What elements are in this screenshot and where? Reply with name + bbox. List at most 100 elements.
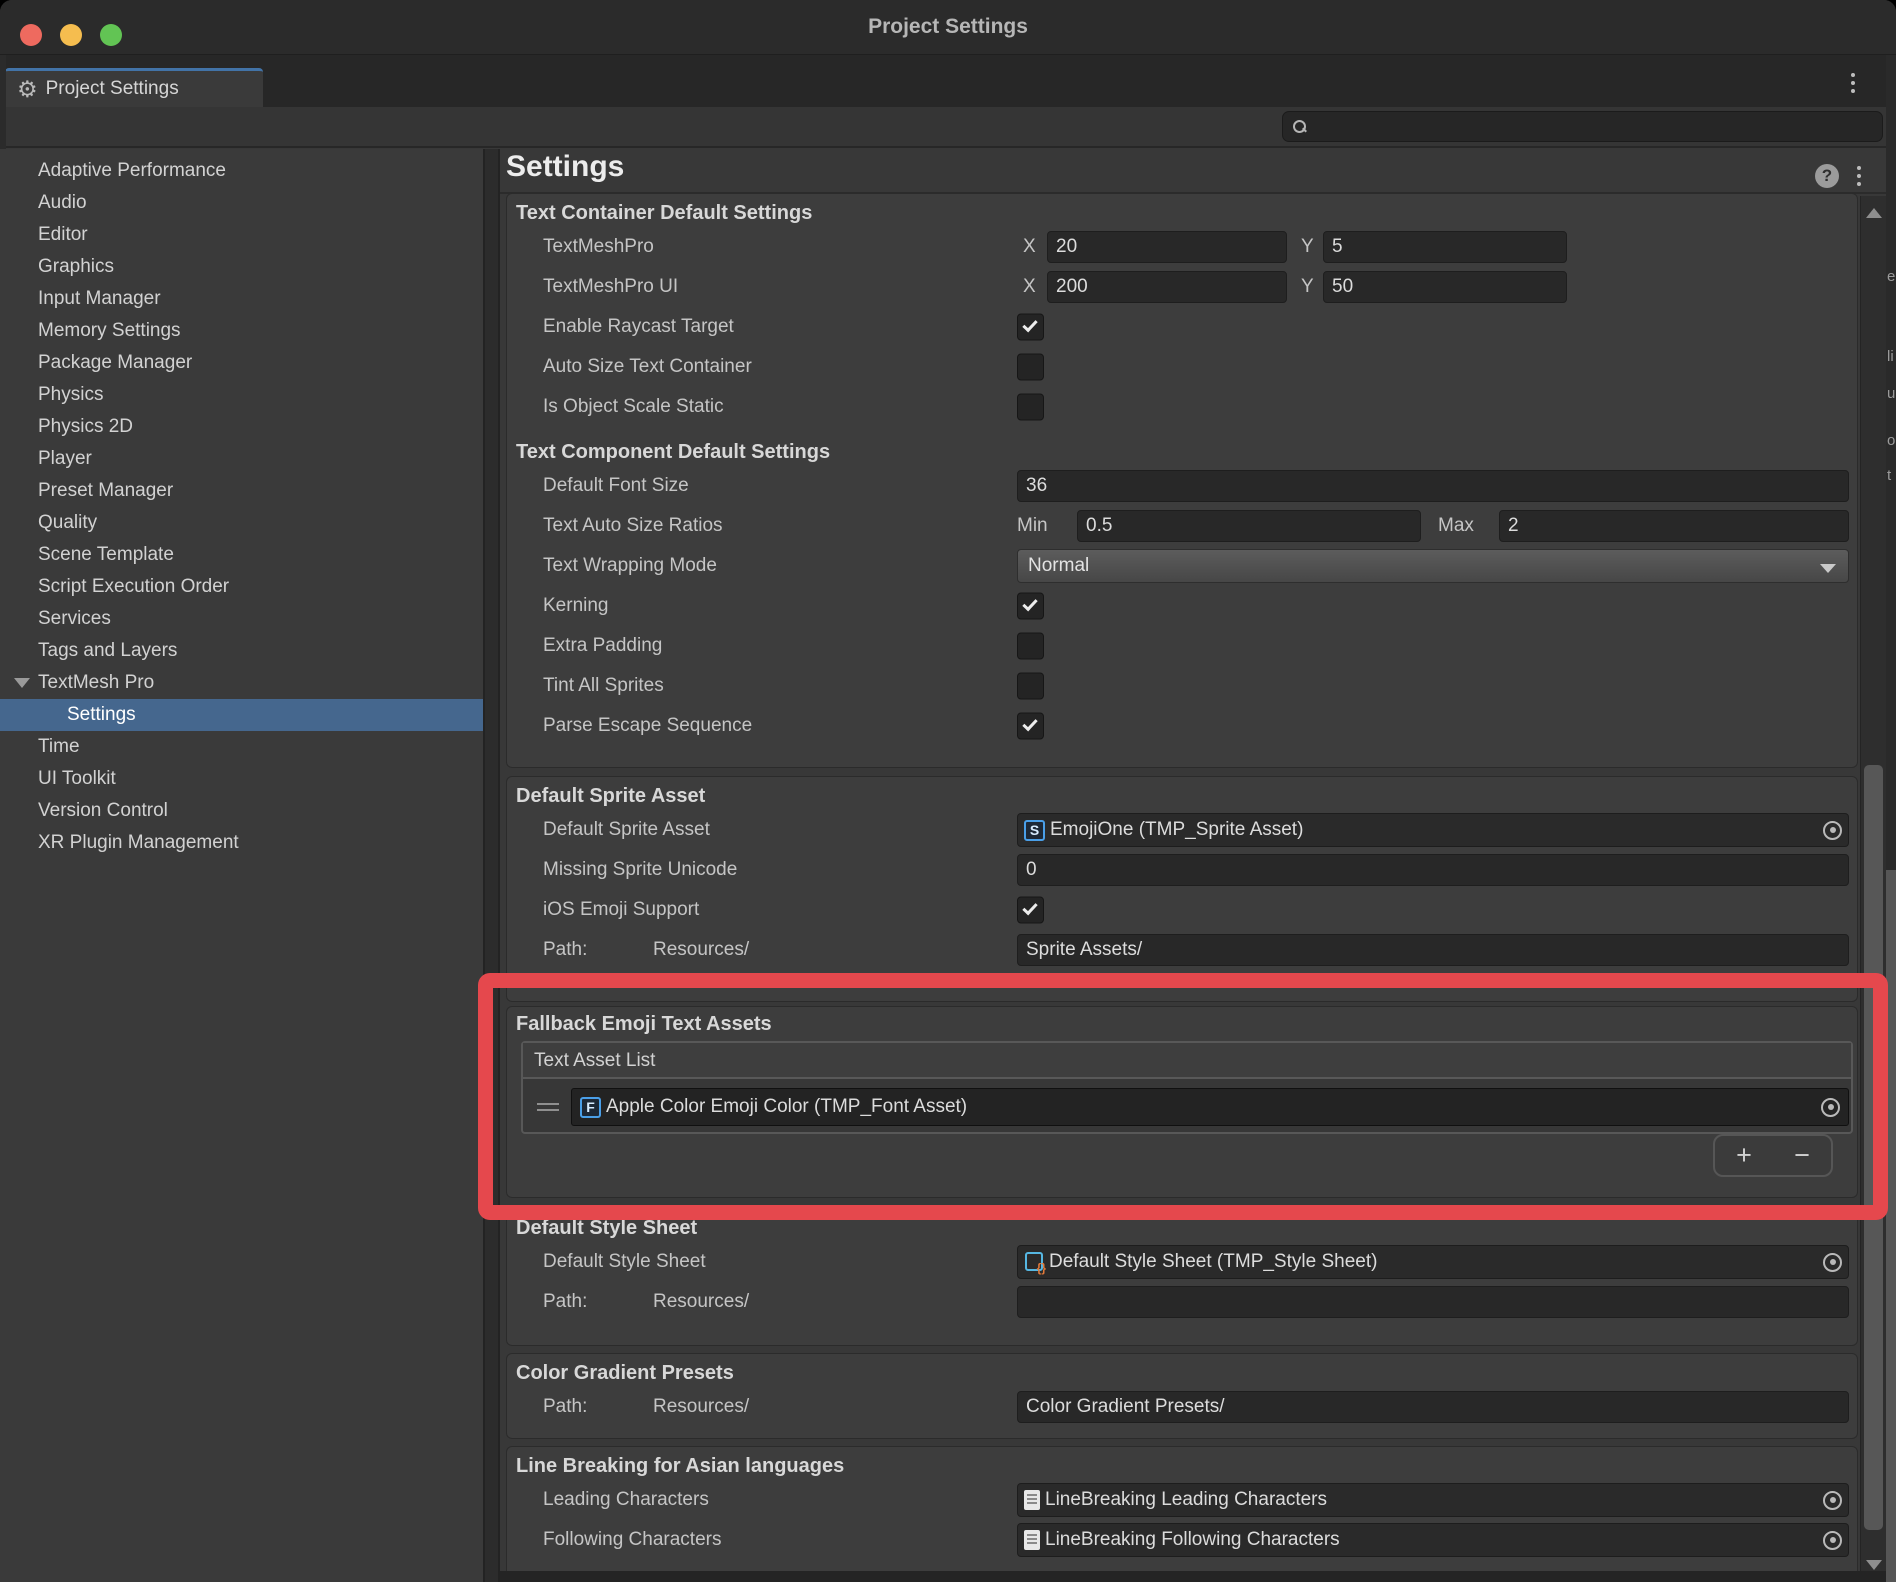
sidebar-item-graphics[interactable]: Graphics: [0, 251, 483, 283]
sprite-asset-icon: S: [1024, 820, 1045, 841]
sidebar-item-time[interactable]: Time: [0, 731, 483, 763]
sidebar-item-settings[interactable]: Settings: [0, 699, 483, 731]
sidebar-item-script-execution-order[interactable]: Script Execution Order: [0, 571, 483, 603]
object-field-value: Apple Color Emoji Color (TMP_Font Asset): [606, 1096, 1821, 1118]
sidebar-item-player[interactable]: Player: [0, 443, 483, 475]
scrollbar-thumb[interactable]: [1864, 765, 1883, 1530]
checkbox[interactable]: [1017, 713, 1044, 740]
object-field-value: LineBreaking Following Characters: [1045, 1529, 1823, 1551]
chevron-down-icon: [1820, 564, 1836, 573]
object-picker-icon[interactable]: [1823, 1491, 1842, 1510]
sidebar-item-memory-settings[interactable]: Memory Settings: [0, 315, 483, 347]
clipped-background-panel: eliuot: [1886, 55, 1896, 1582]
drag-handle-icon[interactable]: [537, 1103, 559, 1111]
sidebar-item-label: TextMesh Pro: [38, 672, 154, 694]
search-icon: [1293, 120, 1306, 133]
sidebar-item-editor[interactable]: Editor: [0, 219, 483, 251]
settings-group-box: Color Gradient PresetsPath:Resources/: [506, 1353, 1858, 1439]
y-axis-label: Y: [1301, 236, 1314, 258]
sidebar-item-scene-template[interactable]: Scene Template: [0, 539, 483, 571]
expand-triangle-icon[interactable]: [14, 678, 30, 688]
help-icon[interactable]: ?: [1815, 164, 1839, 188]
object-picker-icon[interactable]: [1823, 1253, 1842, 1272]
scroll-up-arrow-icon[interactable]: [1866, 208, 1882, 218]
section-header: Fallback Emoji Text Assets: [507, 1013, 1857, 1035]
text-field[interactable]: [1017, 1391, 1849, 1423]
sidebar-item-physics[interactable]: Physics: [0, 379, 483, 411]
sidebar-divider[interactable]: [483, 149, 500, 1582]
sidebar-item-ui-toolkit[interactable]: UI Toolkit: [0, 763, 483, 795]
section-header: Default Sprite Asset: [507, 783, 1857, 810]
dropdown-select[interactable]: Normal: [1017, 549, 1849, 583]
settings-row: Tint All Sprites: [507, 666, 1857, 706]
x-axis-label: X: [1023, 236, 1036, 258]
checkbox[interactable]: [1017, 394, 1044, 421]
vertical-scrollbar[interactable]: [1860, 196, 1886, 1582]
section-header: Text Container Default Settings: [507, 200, 1857, 227]
row-label: Text Auto Size Ratios: [543, 515, 723, 537]
y-value-field[interactable]: [1323, 231, 1567, 263]
sidebar-item-physics-2d[interactable]: Physics 2D: [0, 411, 483, 443]
x-value-field[interactable]: [1047, 271, 1287, 303]
settings-row: Default Style Sheet Default Style Sheet (…: [507, 1242, 1857, 1282]
settings-row: Path:Resources/: [507, 930, 1857, 970]
sidebar-item-textmesh-pro[interactable]: TextMesh Pro: [0, 667, 483, 699]
add-item-button[interactable]: +: [1736, 1142, 1752, 1169]
text-field[interactable]: [1017, 470, 1849, 502]
row-label: Is Object Scale Static: [543, 396, 724, 418]
object-field[interactable]: LineBreaking Leading Characters: [1017, 1483, 1849, 1517]
sidebar-item-package-manager[interactable]: Package Manager: [0, 347, 483, 379]
object-field-value: LineBreaking Leading Characters: [1045, 1489, 1823, 1511]
row-label: Default Style Sheet: [543, 1251, 706, 1273]
text-asset-list: Text Asset ListFApple Color Emoji Color …: [521, 1041, 1853, 1134]
sidebar-item-label: Adaptive Performance: [38, 160, 226, 182]
sidebar-item-xr-plugin-management[interactable]: XR Plugin Management: [0, 827, 483, 859]
text-field[interactable]: [1017, 854, 1849, 886]
sidebar-item-quality[interactable]: Quality: [0, 507, 483, 539]
object-field[interactable]: SEmojiOne (TMP_Sprite Asset): [1017, 813, 1849, 847]
sidebar-item-input-manager[interactable]: Input Manager: [0, 283, 483, 315]
object-field[interactable]: FApple Color Emoji Color (TMP_Font Asset…: [571, 1088, 1849, 1126]
object-field[interactable]: Default Style Sheet (TMP_Style Sheet): [1017, 1245, 1849, 1279]
row-label: Extra Padding: [543, 635, 662, 657]
max-label: Max: [1438, 515, 1474, 537]
scroll-down-arrow-icon[interactable]: [1866, 1560, 1882, 1570]
max-value-field[interactable]: [1499, 510, 1849, 542]
section-header: Color Gradient Presets: [507, 1360, 1857, 1387]
x-value-field[interactable]: [1047, 231, 1287, 263]
sidebar-item-preset-manager[interactable]: Preset Manager: [0, 475, 483, 507]
sidebar-item-label: Time: [38, 736, 80, 758]
sidebar-item-audio[interactable]: Audio: [0, 187, 483, 219]
title-bar: Project Settings: [0, 0, 1896, 55]
settings-menu-button[interactable]: [1857, 166, 1861, 186]
section-header: Default Style Sheet: [507, 1215, 1857, 1242]
text-field[interactable]: [1017, 934, 1849, 966]
object-field[interactable]: LineBreaking Following Characters: [1017, 1523, 1849, 1557]
row-label: TextMeshPro: [543, 236, 654, 258]
y-value-field[interactable]: [1323, 271, 1567, 303]
sidebar-item-label: Services: [38, 608, 111, 630]
tab-bar-menu-button[interactable]: [1851, 73, 1855, 93]
search-input[interactable]: [1312, 117, 1882, 137]
search-box[interactable]: [1282, 111, 1883, 142]
object-picker-icon[interactable]: [1823, 821, 1842, 840]
settings-row: TextMeshPro UIXY: [507, 267, 1857, 307]
checkbox[interactable]: [1017, 354, 1044, 381]
list-item[interactable]: FApple Color Emoji Color (TMP_Font Asset…: [523, 1081, 1851, 1134]
checkbox[interactable]: [1017, 673, 1044, 700]
checkbox[interactable]: [1017, 593, 1044, 620]
checkbox[interactable]: [1017, 633, 1044, 660]
object-field-value: Default Style Sheet (TMP_Style Sheet): [1049, 1251, 1823, 1273]
sidebar-item-tags-and-layers[interactable]: Tags and Layers: [0, 635, 483, 667]
text-field[interactable]: [1017, 1286, 1849, 1318]
tab-project-settings[interactable]: ⚙ Project Settings: [5, 68, 263, 107]
min-value-field[interactable]: [1077, 510, 1421, 542]
object-picker-icon[interactable]: [1821, 1098, 1840, 1117]
object-picker-icon[interactable]: [1823, 1531, 1842, 1550]
checkbox[interactable]: [1017, 314, 1044, 341]
checkbox[interactable]: [1017, 897, 1044, 924]
remove-item-button[interactable]: −: [1794, 1142, 1810, 1169]
sidebar-item-version-control[interactable]: Version Control: [0, 795, 483, 827]
sidebar-item-adaptive-performance[interactable]: Adaptive Performance: [0, 155, 483, 187]
sidebar-item-services[interactable]: Services: [0, 603, 483, 635]
